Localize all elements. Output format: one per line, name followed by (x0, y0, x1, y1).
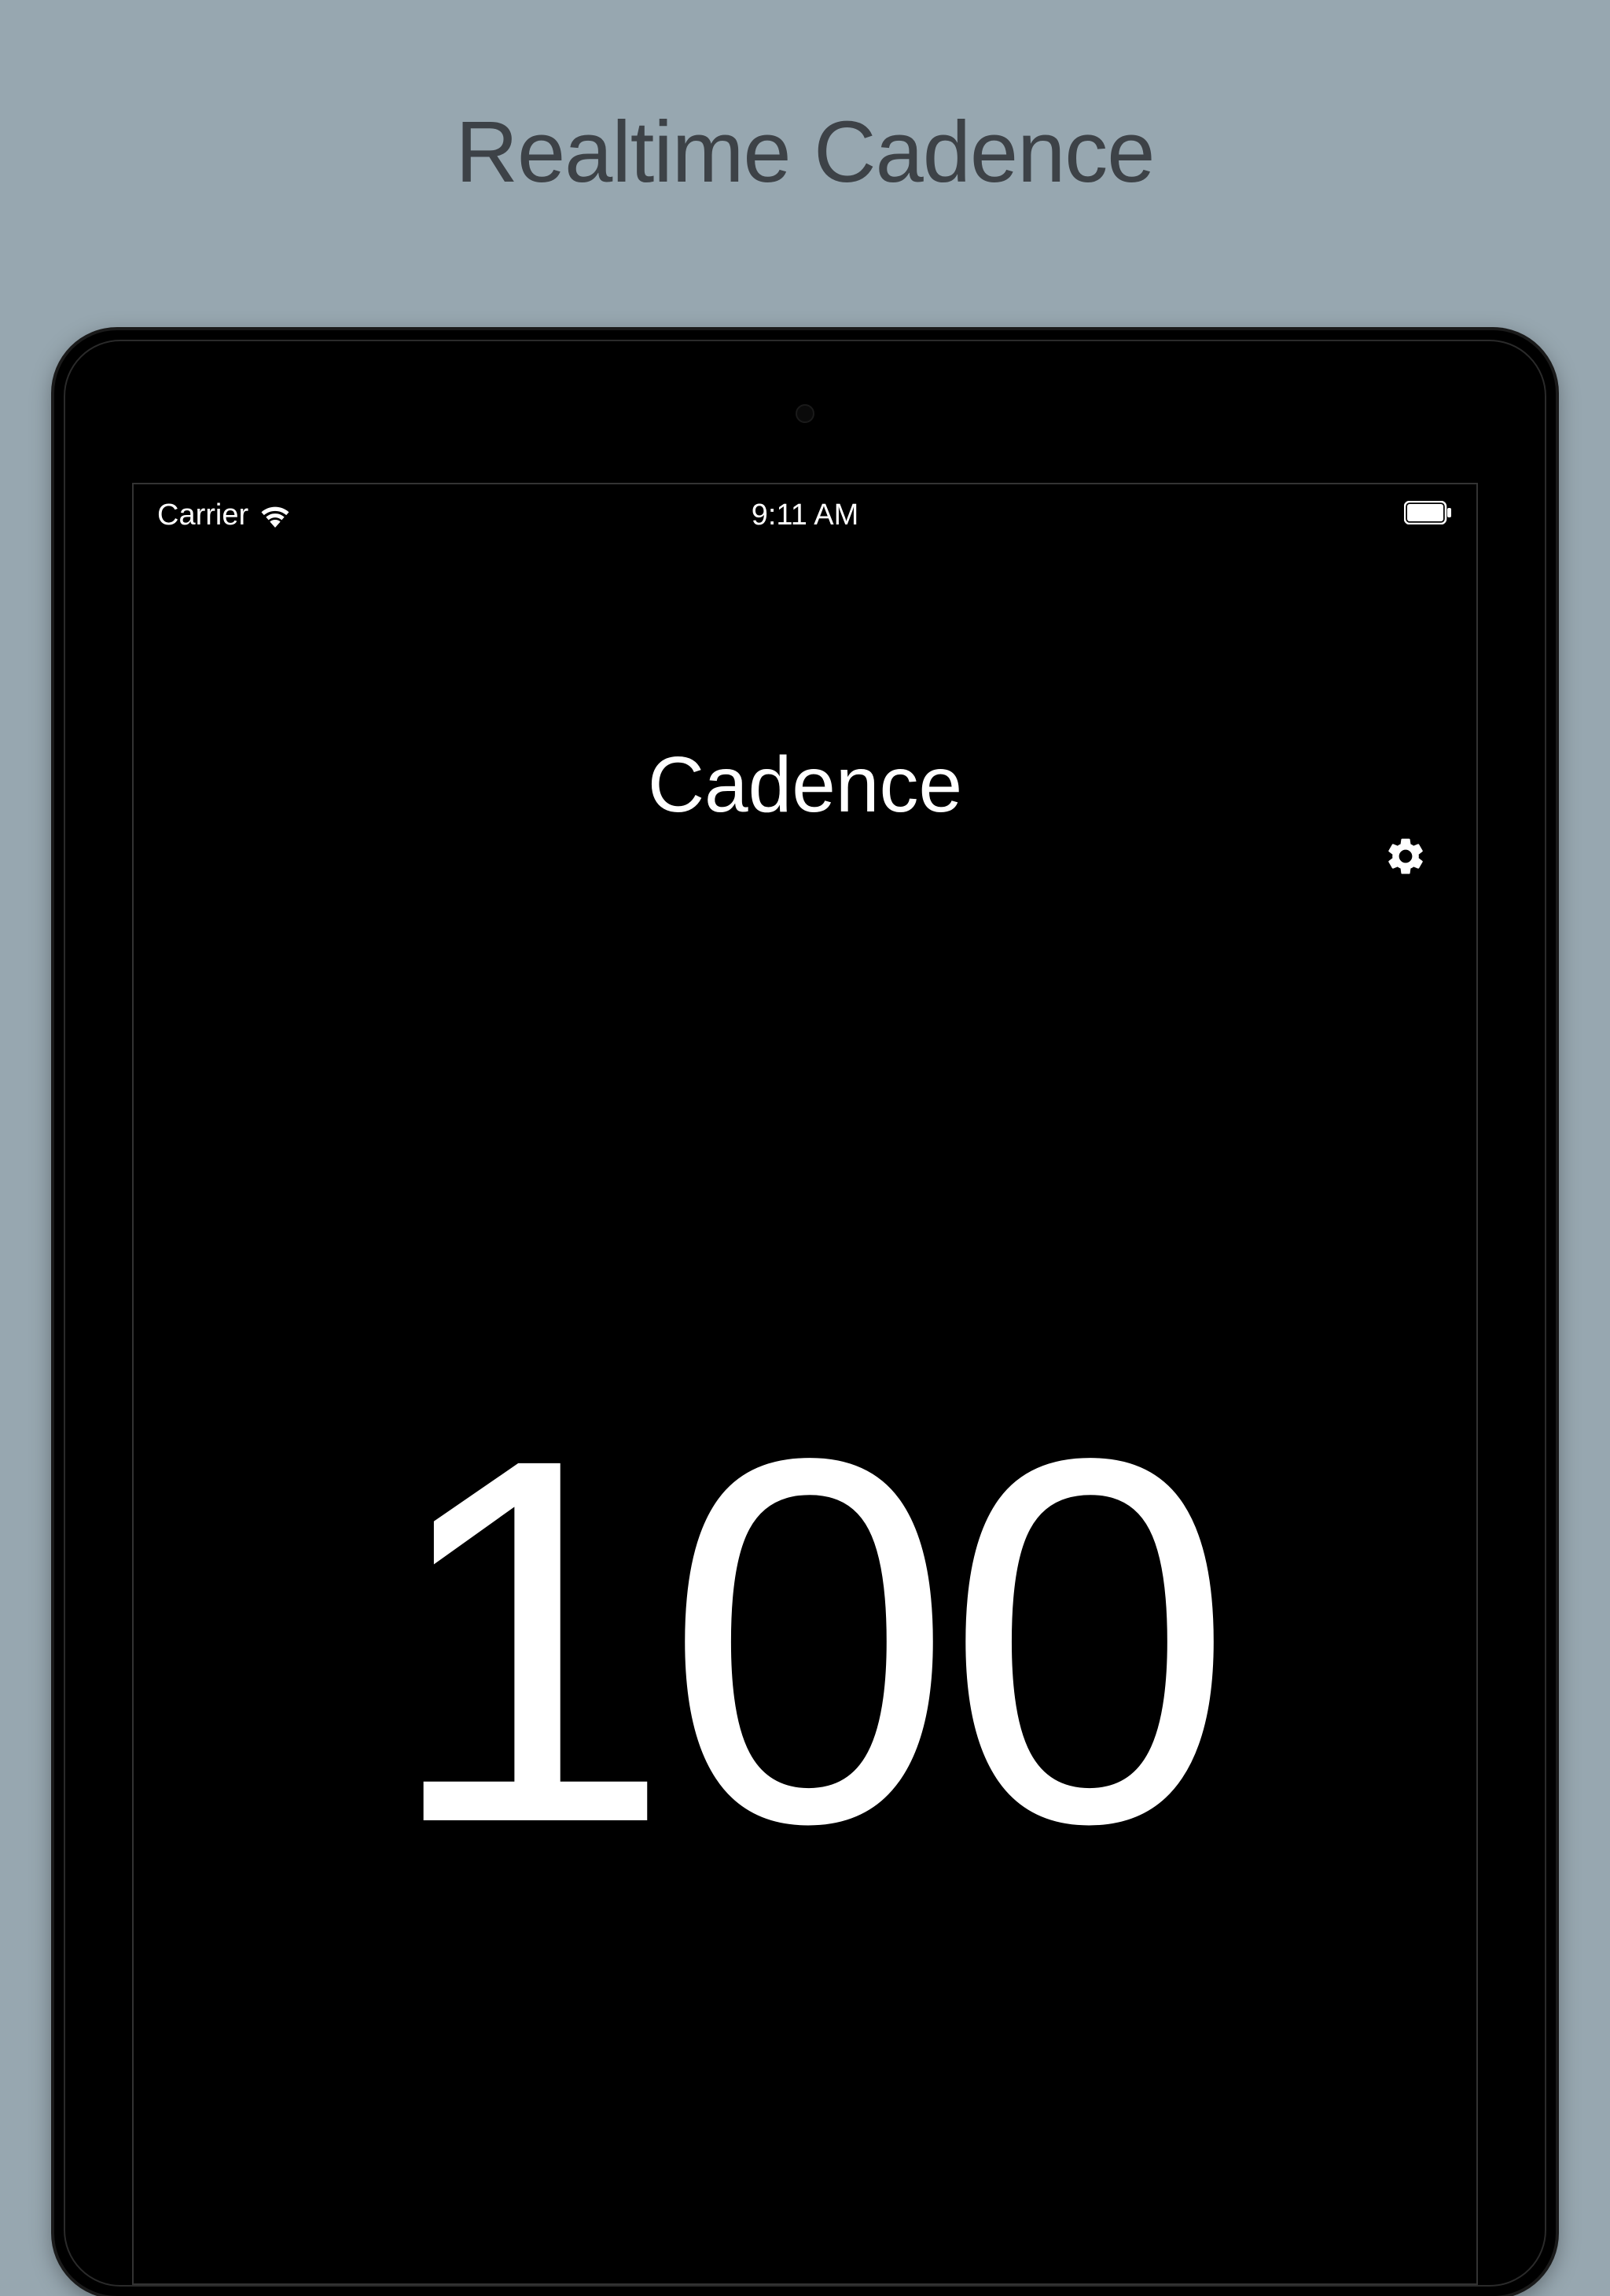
screen: Carrier 9:11 AM (132, 483, 1478, 2285)
app-content: Cadence 100 (134, 740, 1476, 2285)
page-title: Realtime Cadence (0, 0, 1610, 202)
status-time: 9:11 AM (752, 499, 859, 532)
status-left: Carrier (157, 499, 291, 532)
battery-icon (1404, 501, 1453, 524)
tablet-frame: Carrier 9:11 AM (54, 330, 1556, 2296)
wifi-icon (259, 503, 291, 528)
gear-icon (1384, 834, 1428, 882)
camera-dot (796, 404, 814, 423)
settings-button[interactable] (1382, 834, 1429, 881)
cadence-label: Cadence (134, 740, 1476, 830)
status-right (1404, 499, 1453, 532)
tablet-bezel: Carrier 9:11 AM (64, 340, 1546, 2287)
cadence-value: 100 (134, 1420, 1476, 1861)
carrier-label: Carrier (157, 499, 248, 532)
status-bar: Carrier 9:11 AM (134, 484, 1476, 543)
